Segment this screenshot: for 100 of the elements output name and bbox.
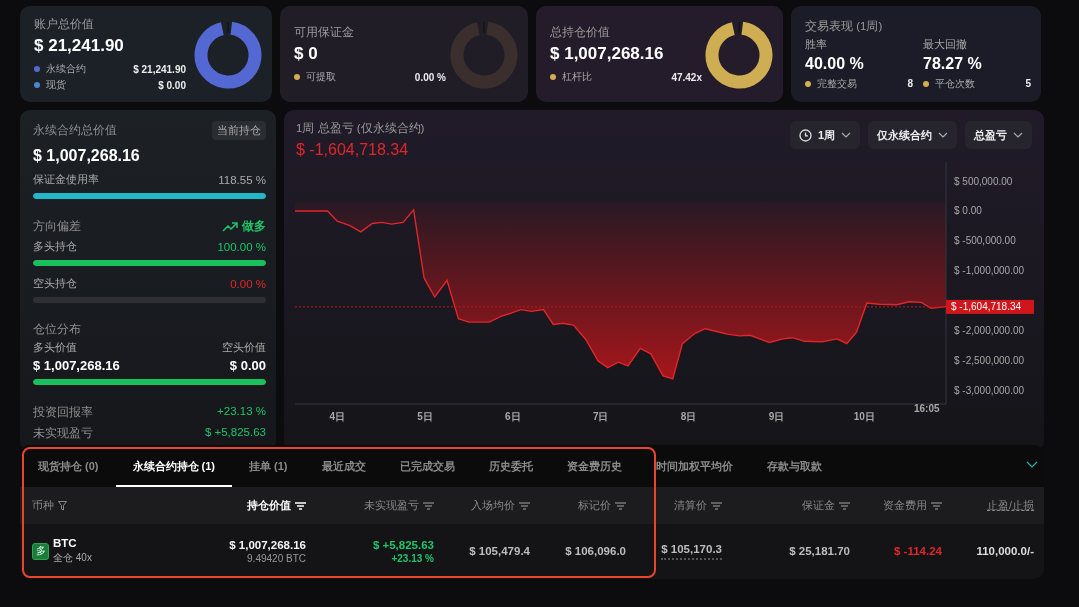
metric-label: 胜率: [805, 36, 828, 52]
legend-label: 可提取: [306, 70, 337, 84]
trend-up-icon: [222, 221, 238, 232]
pnl-value: $ -1,604,718.34: [296, 141, 410, 159]
legend-value: 8: [907, 78, 913, 89]
axis-label: $ 0.00: [954, 205, 982, 217]
card-value: $ 1,007,268.16: [550, 44, 665, 64]
table-cell-text: $ +5,825.63: [371, 538, 434, 551]
donut-ring: [450, 20, 518, 89]
axis-label: 9日: [768, 411, 785, 422]
chevron-down-icon: [841, 132, 851, 138]
metric-value: 78.27 %: [923, 54, 983, 73]
long-value: $ 1,007,268.16: [33, 358, 120, 373]
table-cell-text: $ 106,096.0: [564, 545, 626, 557]
tab[interactable]: 历史委托: [471, 445, 550, 487]
metric-label: 空头价值: [222, 341, 266, 355]
column-header[interactable]: 币种: [32, 498, 54, 513]
axis-label: 7日: [592, 411, 609, 422]
card-value: $ 0: [294, 44, 319, 64]
column-header[interactable]: 标记价: [578, 498, 611, 513]
axis-label: 4日: [329, 411, 345, 422]
table-cell-text: $ -114.24: [893, 545, 942, 557]
donut-ring: [705, 20, 773, 89]
tab[interactable]: 时间加权平均价: [638, 445, 750, 487]
metric-reading: 100.00 %: [217, 241, 266, 253]
value-tag: $ -1,604,718.34: [946, 299, 1034, 314]
legend-value: $ 21,241.90: [133, 63, 186, 75]
axis-label: 8日: [680, 411, 697, 422]
tab[interactable]: 现货持仓 (0): [21, 445, 116, 487]
metric-label: 多头持仓: [33, 240, 77, 254]
tab[interactable]: 已完成交易: [382, 445, 472, 487]
filter-dropdown[interactable]: 仅永续合约: [868, 121, 957, 149]
card-title: 可用保证金: [294, 25, 355, 40]
panel-title: 永续合约总价值: [33, 123, 117, 138]
filter-icon[interactable]: [58, 500, 67, 511]
stat-label: 未实现盈亏: [33, 426, 93, 441]
tab[interactable]: 最近成交: [304, 445, 383, 487]
column-header[interactable]: 保证金: [802, 498, 835, 513]
bias-label: 做多: [242, 218, 266, 235]
filter-dropdown[interactable]: 总盈亏: [965, 121, 1032, 149]
axis-label: $ -500,000.00: [954, 235, 1016, 247]
metric-label: 最大回撤: [923, 36, 968, 52]
filter-dropdown[interactable]: 1周: [789, 121, 860, 149]
tab[interactable]: 挂单 (1): [232, 445, 305, 487]
legend-label: 现货: [46, 78, 67, 92]
legend-label: 永续合约: [46, 62, 87, 76]
table-cell-text: $ 25,181.70: [788, 545, 850, 557]
legend-value: 5: [1025, 78, 1031, 89]
column-header[interactable]: 止盈/止损: [987, 498, 1034, 513]
table-cell-text: $ 1,007,268.16: [228, 538, 306, 551]
legend-label: 完整交易: [817, 76, 858, 91]
position-tag: 当前持仓: [212, 121, 266, 140]
chevron-down-icon[interactable]: [1026, 461, 1038, 468]
axis-label: 16:05: [914, 403, 940, 414]
axis-label: $ 500,000.00: [954, 175, 1013, 187]
total-value: $ 1,007,268.16: [33, 147, 141, 165]
table-cell: $ 105,170.3: [661, 542, 722, 560]
table-cell-text: $ 105,479.4: [468, 545, 530, 557]
legend-value: 0.00 %: [414, 71, 446, 83]
stat-value: $ +5,825.63: [204, 426, 266, 440]
legend-label: 杠杆比: [562, 70, 593, 84]
card-value: $ 21,241.90: [34, 36, 125, 56]
tab[interactable]: 资金费历史: [549, 445, 639, 487]
donut-ring: [194, 20, 262, 89]
metric-label: 空头持仓: [33, 277, 77, 291]
metric-reading: 0.00 %: [230, 278, 266, 290]
column-header[interactable]: 未实现盈亏: [364, 498, 419, 513]
cell-subtext: +23.13 %: [390, 552, 434, 564]
metric-reading: 118.55 %: [218, 174, 266, 186]
legend-label: 平仓次数: [935, 76, 976, 91]
axis-label: $ -1,000,000.00: [954, 265, 1025, 277]
ref-line-label: $ -1,604,718.34: [951, 301, 1022, 313]
axis-label: 5日: [417, 411, 433, 422]
stat-label: 投资回报率: [33, 405, 93, 420]
card-title: 交易表现 (1周): [805, 18, 884, 34]
column-header[interactable]: 资金费用: [883, 498, 927, 513]
section-title: 仓位分布: [33, 322, 81, 337]
long-badge: 多: [32, 542, 49, 560]
margin-mode: 全仓 40x: [53, 551, 92, 565]
stat-value: +23.13 %: [217, 405, 266, 419]
axis-label: $ -2,500,000.00: [954, 354, 1025, 366]
card-title: 总持仓价值: [550, 25, 611, 40]
metric-value: 40.00 %: [805, 54, 865, 73]
column-header[interactable]: 持仓价值: [247, 498, 291, 513]
axis-label: 10日: [853, 411, 875, 422]
clock-icon: [798, 128, 812, 142]
tab[interactable]: 存款与取款: [749, 445, 839, 487]
cell-subtext: 9.49420 BTC: [246, 552, 306, 564]
chevron-down-icon: [938, 132, 948, 138]
column-header[interactable]: 清算价: [674, 498, 707, 513]
metric-label: 保证金使用率: [33, 173, 99, 187]
card-title: 账户总价值: [34, 17, 95, 32]
coin-symbol: BTC: [53, 537, 78, 549]
section-title: 方向偏差: [33, 219, 81, 234]
axis-label: 6日: [505, 411, 521, 422]
axis-label: $ -3,000,000.00: [954, 384, 1025, 396]
legend-value: 47.42x: [671, 71, 702, 83]
column-header[interactable]: 入场均价: [471, 498, 515, 513]
short-value: $ 0.00: [229, 358, 266, 373]
legend-value: $ 0.00: [158, 79, 186, 91]
